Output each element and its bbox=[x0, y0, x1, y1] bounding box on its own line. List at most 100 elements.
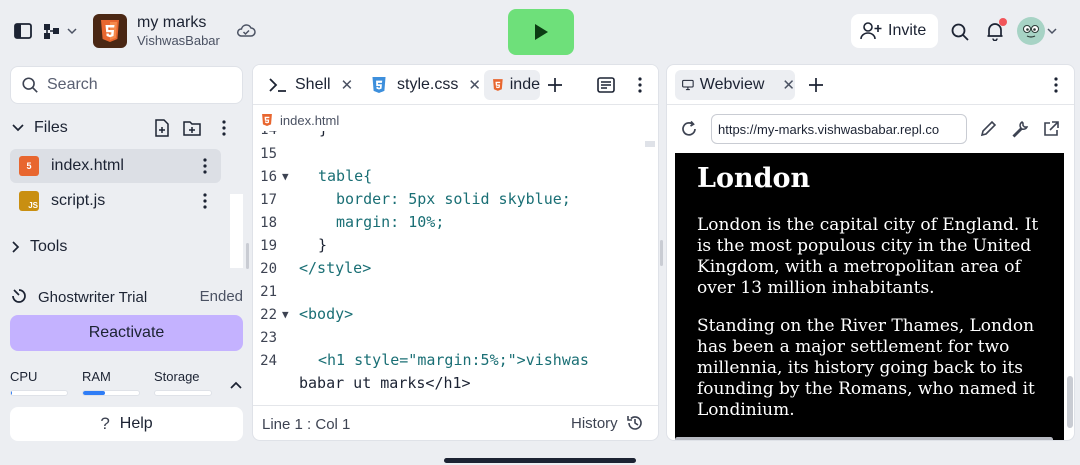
ram-usage-bar bbox=[82, 390, 140, 396]
tools-title: Tools bbox=[30, 238, 68, 255]
user-avatar[interactable] bbox=[1017, 17, 1045, 45]
resource-usage[interactable]: CPU RAM Storage bbox=[10, 369, 244, 399]
files-more-icon[interactable] bbox=[214, 118, 234, 138]
ram-usage-fill bbox=[83, 391, 106, 395]
reactivate-button[interactable]: Reactivate bbox=[10, 315, 243, 351]
breadcrumb[interactable]: index.html bbox=[261, 109, 339, 131]
close-icon[interactable]: ✕ bbox=[468, 76, 481, 94]
run-button[interactable] bbox=[508, 9, 574, 55]
file-item-index-html[interactable]: 5 index.html bbox=[10, 149, 221, 183]
files-header[interactable]: Files bbox=[12, 116, 242, 140]
editor-more-icon[interactable] bbox=[633, 75, 647, 95]
layout-panel-icon[interactable] bbox=[596, 75, 616, 95]
code-line: 17 border: 5px solid skyblue; bbox=[253, 189, 658, 212]
html-file-icon bbox=[493, 79, 503, 91]
preview-horizontal-scrollbar[interactable] bbox=[675, 437, 1053, 440]
file-more-icon[interactable] bbox=[195, 156, 215, 176]
fold-toggle-icon[interactable]: ▼ bbox=[282, 308, 289, 321]
file-name: index.html bbox=[51, 157, 124, 174]
add-tab-icon[interactable] bbox=[545, 75, 565, 95]
close-icon[interactable]: ✕ bbox=[341, 76, 354, 94]
new-folder-icon[interactable] bbox=[182, 118, 202, 138]
add-user-icon bbox=[860, 22, 882, 40]
history-button[interactable]: History bbox=[571, 414, 644, 432]
code-line: 16 ▼ table{ bbox=[253, 166, 658, 189]
line-number: 23 bbox=[260, 330, 277, 346]
tab-label: style.css bbox=[397, 76, 459, 93]
add-tab-icon[interactable] bbox=[806, 75, 826, 95]
cursor-position[interactable]: Line 1 : Col 1 bbox=[262, 416, 350, 433]
version-control-icon[interactable] bbox=[42, 20, 78, 42]
sidebar-search-input[interactable] bbox=[47, 76, 227, 94]
tab-shell[interactable]: Shell ✕ bbox=[259, 70, 353, 100]
repl-owner[interactable]: VishwasBabar bbox=[137, 33, 220, 48]
line-number: 17 bbox=[260, 192, 277, 208]
new-file-icon[interactable] bbox=[152, 118, 172, 138]
tools-section-toggle[interactable]: Tools bbox=[12, 236, 244, 258]
fold-toggle-icon[interactable]: ▼ bbox=[282, 170, 289, 183]
line-number: 21 bbox=[260, 284, 277, 300]
sidebar-toggle-icon[interactable] bbox=[12, 20, 34, 42]
tab-index-html[interactable]: inde bbox=[484, 70, 540, 100]
webview-preview[interactable]: London London is the capital city of Eng… bbox=[675, 153, 1064, 440]
tab-label: inde bbox=[509, 76, 540, 93]
help-button[interactable]: ? Help bbox=[10, 407, 243, 441]
file-item-script-js[interactable]: JS script.js bbox=[10, 184, 221, 218]
webview-vertical-scrollbar[interactable] bbox=[1067, 376, 1073, 428]
file-more-icon[interactable] bbox=[195, 191, 215, 211]
code-line: 23 bbox=[253, 327, 658, 350]
html-file-icon: 5 bbox=[19, 156, 39, 176]
storage-usage-bar bbox=[154, 390, 212, 396]
question-mark-icon: ? bbox=[100, 414, 110, 433]
play-icon bbox=[535, 24, 548, 40]
sidebar-resize-handle[interactable] bbox=[246, 243, 249, 269]
ghostwriter-label: Ghostwriter Trial bbox=[38, 288, 148, 306]
tab-style-css[interactable]: style.css ✕ bbox=[363, 70, 481, 100]
notification-dot bbox=[999, 18, 1007, 26]
chevron-up-icon[interactable] bbox=[228, 377, 244, 393]
editor-pane: Shell ✕ style.css ✕ inde index.html 14 } bbox=[252, 64, 659, 441]
cpu-label: CPU bbox=[10, 369, 38, 384]
code-line: babar ut marks</h1> bbox=[253, 373, 658, 396]
editor-tab-bar: Shell ✕ style.css ✕ inde bbox=[253, 65, 658, 105]
monitor-icon bbox=[682, 79, 694, 91]
code-line: 21 bbox=[253, 281, 658, 304]
devtools-wrench-icon[interactable] bbox=[1010, 119, 1030, 139]
code-line: 19 } bbox=[253, 235, 658, 258]
close-icon[interactable]: ✕ bbox=[782, 76, 795, 94]
code-line: 24 <h1 style="margin:5%;">vishwas bbox=[253, 350, 658, 373]
line-number: 20 bbox=[260, 261, 277, 277]
file-name: script.js bbox=[51, 192, 106, 209]
js-file-icon: JS bbox=[19, 191, 39, 211]
chevron-down-icon[interactable] bbox=[1046, 25, 1058, 37]
editor-scrollbar[interactable] bbox=[645, 141, 655, 147]
code-editor[interactable]: 14 } 15 16 ▼ table{ 17 border: 5px solid… bbox=[253, 131, 658, 403]
code-text: } bbox=[319, 131, 328, 138]
reload-icon[interactable] bbox=[679, 119, 699, 139]
search-icon bbox=[22, 77, 38, 93]
tab-webview[interactable]: Webview ✕ bbox=[675, 70, 795, 100]
breadcrumb-file: index.html bbox=[280, 112, 340, 128]
home-indicator[interactable] bbox=[444, 458, 636, 463]
repl-html-logo-icon[interactable] bbox=[93, 14, 127, 48]
sidebar-search-box[interactable] bbox=[10, 66, 243, 104]
pane-resize-handle[interactable] bbox=[660, 240, 663, 266]
code-text: <body> bbox=[299, 305, 354, 323]
url-input[interactable] bbox=[711, 114, 967, 144]
cpu-usage-fill bbox=[11, 391, 13, 395]
search-icon[interactable] bbox=[949, 21, 971, 43]
avatar-face-icon bbox=[1023, 25, 1039, 38]
code-text: table{ bbox=[318, 167, 373, 185]
code-text: babar ut marks</h1> bbox=[299, 374, 471, 392]
repl-title[interactable]: my marks bbox=[137, 14, 206, 32]
code-line: 22 ▼ <body> bbox=[253, 304, 658, 327]
line-number: 18 bbox=[260, 215, 277, 231]
webview-more-icon[interactable] bbox=[1049, 75, 1063, 95]
top-bar: my marks VishwasBabar Invite bbox=[0, 0, 1080, 64]
cloud-saved-icon bbox=[236, 22, 256, 40]
edit-pencil-icon[interactable] bbox=[978, 119, 998, 139]
preview-heading: London bbox=[697, 163, 811, 194]
chevron-down-icon[interactable] bbox=[12, 124, 24, 132]
invite-button[interactable]: Invite bbox=[851, 14, 938, 48]
open-new-tab-icon[interactable] bbox=[1041, 119, 1061, 139]
